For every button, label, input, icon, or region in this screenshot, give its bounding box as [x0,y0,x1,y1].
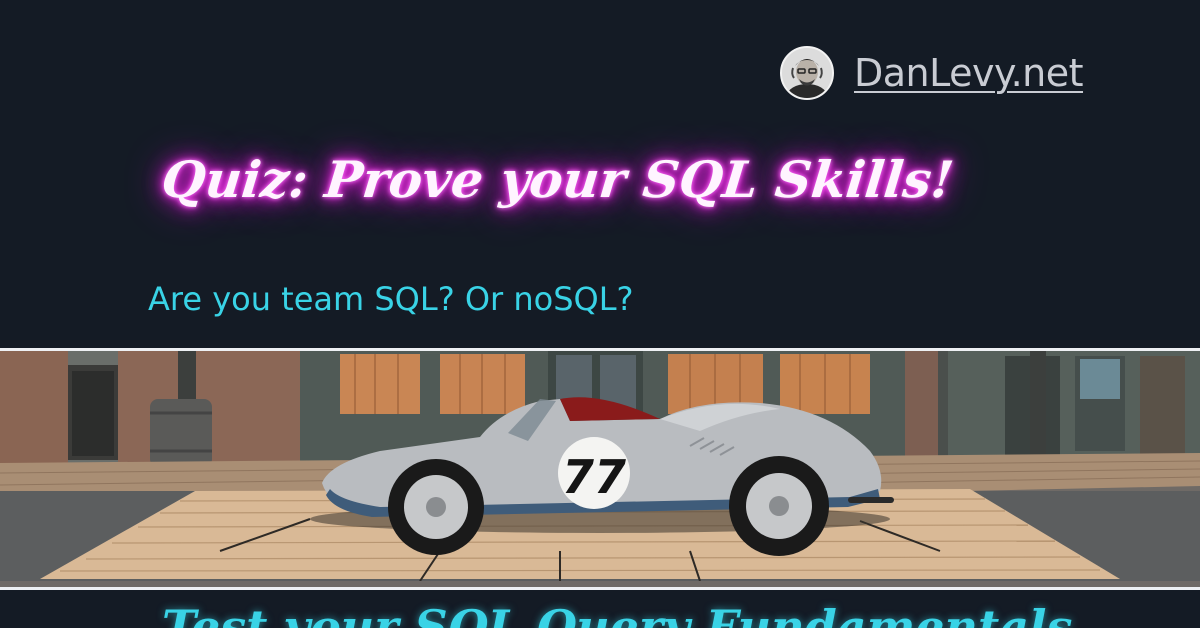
author-avatar [780,46,834,100]
next-section-heading: Test your SQL Query Fundamentals [162,600,1073,628]
post-subtitle: Are you team SQL? Or noSQL? [148,280,634,318]
site-brand-link[interactable]: DanLevy.net [780,46,1084,100]
hero-image: 77 [0,348,1200,590]
site-name[interactable]: DanLevy.net [854,51,1084,95]
car-number: 77 [562,450,626,504]
share-card: DanLevy.net Quiz: Prove your SQL Skills!… [0,0,1200,628]
post-title: Quiz: Prove your SQL Skills! [158,150,957,209]
